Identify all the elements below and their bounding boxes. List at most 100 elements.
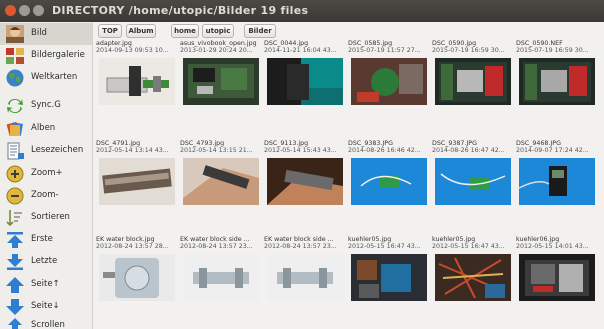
sidebar-item-label: Bild — [31, 28, 47, 38]
thumbnail-image — [351, 158, 427, 205]
sidebar-item-alben[interactable]: Alben — [0, 118, 92, 140]
file-name: kuehler05.jpg — [432, 236, 476, 243]
thumbnail-item[interactable]: DSC_9387.JPG 2014-08-26 16:47 42... — [428, 140, 512, 220]
file-name: DSC_9387.JPG — [432, 140, 477, 147]
page-up-icon — [6, 277, 24, 293]
globe-icon — [6, 69, 24, 87]
sidebar-item-label: Lesezeichen — [31, 145, 84, 155]
maximize-window-button[interactable] — [33, 5, 44, 16]
file-date: 2015-07-19 16:59 30... — [516, 47, 589, 54]
file-name: DSC_4793.jpg — [180, 140, 225, 147]
first-icon — [7, 232, 23, 248]
sidebar-item-label: Weltkarten — [31, 72, 78, 82]
portrait-icon — [6, 25, 24, 43]
thumbnail-item[interactable]: kuehler06.jpg 2012-05-15 14:01 43... — [512, 236, 596, 316]
file-name: DSC_9383.JPG — [348, 140, 393, 147]
file-name: DSC_0044.jpg — [264, 40, 309, 47]
thumbnail-image — [435, 58, 511, 105]
thumbnail-item[interactable]: DSC_0044.jpg 2014-11-21 16:04 43... — [260, 40, 344, 120]
thumbnail-image — [351, 254, 427, 301]
crumb-bilder[interactable]: Bilder — [244, 24, 276, 38]
file-date: 2012-05-15 16:47 43... — [432, 243, 505, 250]
sidebar-item-sync[interactable]: Sync.G — [0, 95, 92, 117]
sidebar: Bild Bildergalerie Weltkarten Sync.G Alb… — [0, 22, 93, 329]
scroll-icon — [8, 318, 22, 329]
thumbnail-item[interactable]: DSC_0590.jpg 2015-07-19 16:59 30... — [428, 40, 512, 120]
title-bar[interactable]: DIRECTORY /home/utopic/Bilder 19 files — [0, 0, 604, 22]
thumbnail-item[interactable]: EK water block side ... 2012-08-24 13:57… — [260, 236, 344, 316]
thumbnail-image — [183, 158, 259, 205]
file-date: 2012-05-14 13:14 43... — [96, 147, 169, 154]
sidebar-item-zoom-out[interactable]: Zoom- — [0, 185, 92, 207]
thumbnail-image — [519, 158, 595, 205]
file-name: kuehler06.jpg — [516, 236, 560, 243]
sidebar-item-label: Zoom+ — [31, 168, 63, 178]
thumbnail-image — [267, 254, 343, 301]
file-date: 2014-09-07 17:24 42... — [516, 147, 589, 154]
sync-icon — [7, 98, 23, 114]
sidebar-item-erste[interactable]: Erste — [0, 229, 92, 251]
crumb-album[interactable]: Album — [126, 24, 156, 38]
file-date: 2013-01-29 20:24 20... — [180, 47, 253, 54]
sidebar-item-scrollen[interactable]: Scrollen — [0, 315, 92, 329]
file-name: EK water block side ... — [180, 236, 250, 243]
sidebar-item-seite-hoch[interactable]: Seite↑ — [0, 274, 92, 296]
thumbnail-item[interactable]: DSC_4791.jpg 2012-05-14 13:14 43... — [92, 140, 176, 220]
sidebar-item-label: Bildergalerie — [31, 50, 85, 60]
sidebar-item-label: Seite↓ — [31, 301, 60, 311]
application-window: DIRECTORY /home/utopic/Bilder 19 files B… — [0, 0, 604, 329]
gallery-icon — [6, 48, 24, 64]
file-date: 2015-07-19 11:57 27... — [348, 47, 421, 54]
thumbnail-item[interactable]: asus_vivobook_open.jpg 2013-01-29 20:24 … — [176, 40, 260, 120]
thumbnail-image — [99, 254, 175, 301]
thumbnail-item[interactable]: DSC_9113.jpg 2012-05-14 15:43 43... — [260, 140, 344, 220]
thumbnail-item[interactable]: DSC_9468.JPG 2014-09-07 17:24 42... — [512, 140, 596, 220]
thumbnail-item[interactable]: kuehler05.jpg 2012-05-15 16:47 43... — [428, 236, 512, 316]
sort-icon — [6, 210, 22, 227]
file-date: 2012-08-24 13:57 28... — [96, 243, 169, 250]
sidebar-item-bildergalerie[interactable]: Bildergalerie — [0, 45, 92, 67]
file-date: 2015-07-19 16:59 30... — [432, 47, 505, 54]
file-name: DSC_4791.jpg — [96, 140, 141, 147]
thumbnail-item[interactable]: DSC_4793.jpg 2012-05-14 13:15 21... — [176, 140, 260, 220]
crumb-home[interactable]: home — [171, 24, 199, 38]
thumbnail-item[interactable]: DSC_0585.jpg 2015-07-19 11:57 27... — [344, 40, 428, 120]
thumbnail-image — [267, 58, 343, 105]
sidebar-item-letzte[interactable]: Letzte — [0, 251, 92, 273]
thumbnail-item[interactable]: DSC_0590.NEF 2015-07-19 16:59 30... — [512, 40, 596, 120]
thumbnail-item[interactable]: adapter.jpg 2014-09-13 09:53 10... — [92, 40, 176, 120]
sidebar-item-lesezeichen[interactable]: Lesezeichen — [0, 140, 92, 162]
file-name: DSC_0585.jpg — [348, 40, 393, 47]
thumbnail-item[interactable]: DSC_9383.JPG 2014-08-26 16:46 42... — [344, 140, 428, 220]
file-date: 2012-05-14 15:43 43... — [264, 147, 337, 154]
sidebar-item-weltkarten[interactable]: Weltkarten — [0, 67, 92, 89]
file-name: kuehler05.jpg — [348, 236, 392, 243]
sidebar-item-label: Letzte — [31, 256, 58, 266]
crumb-utopic[interactable]: utopic — [202, 24, 234, 38]
file-date: 2014-08-26 16:47 42... — [432, 147, 505, 154]
crumb-top[interactable]: TOP — [98, 24, 122, 38]
thumbnail-image — [435, 254, 511, 301]
file-date: 2012-05-15 14:01 43... — [516, 243, 589, 250]
sidebar-item-label: Sync.G — [31, 100, 61, 110]
thumbnail-image — [351, 58, 427, 105]
sidebar-item-label: Alben — [31, 123, 56, 133]
sidebar-item-zoom-in[interactable]: Zoom+ — [0, 163, 92, 185]
thumbnail-item[interactable]: EK water block side ... 2012-08-24 13:57… — [176, 236, 260, 316]
minimize-window-button[interactable] — [19, 5, 30, 16]
file-name: EK water block side ... — [264, 236, 334, 243]
file-name: adapter.jpg — [96, 40, 132, 47]
file-date: 2014-11-21 16:04 43... — [264, 47, 337, 54]
thumbnail-image — [267, 158, 343, 205]
file-date: 2012-05-15 16:47 43... — [348, 243, 421, 250]
close-window-button[interactable] — [5, 5, 16, 16]
zoom-in-icon — [6, 165, 24, 183]
file-name: DSC_9113.jpg — [264, 140, 309, 147]
sidebar-item-bild[interactable]: Bild — [0, 23, 92, 45]
sidebar-item-label: Erste — [31, 234, 53, 244]
page-down-icon — [6, 299, 24, 315]
albums-icon — [6, 121, 23, 137]
sidebar-item-sortieren[interactable]: Sortieren — [0, 207, 92, 229]
thumbnail-item[interactable]: kuehler05.jpg 2012-05-15 16:47 43... — [344, 236, 428, 316]
thumbnail-item[interactable]: EK water block.jpg 2012-08-24 13:57 28..… — [92, 236, 176, 316]
